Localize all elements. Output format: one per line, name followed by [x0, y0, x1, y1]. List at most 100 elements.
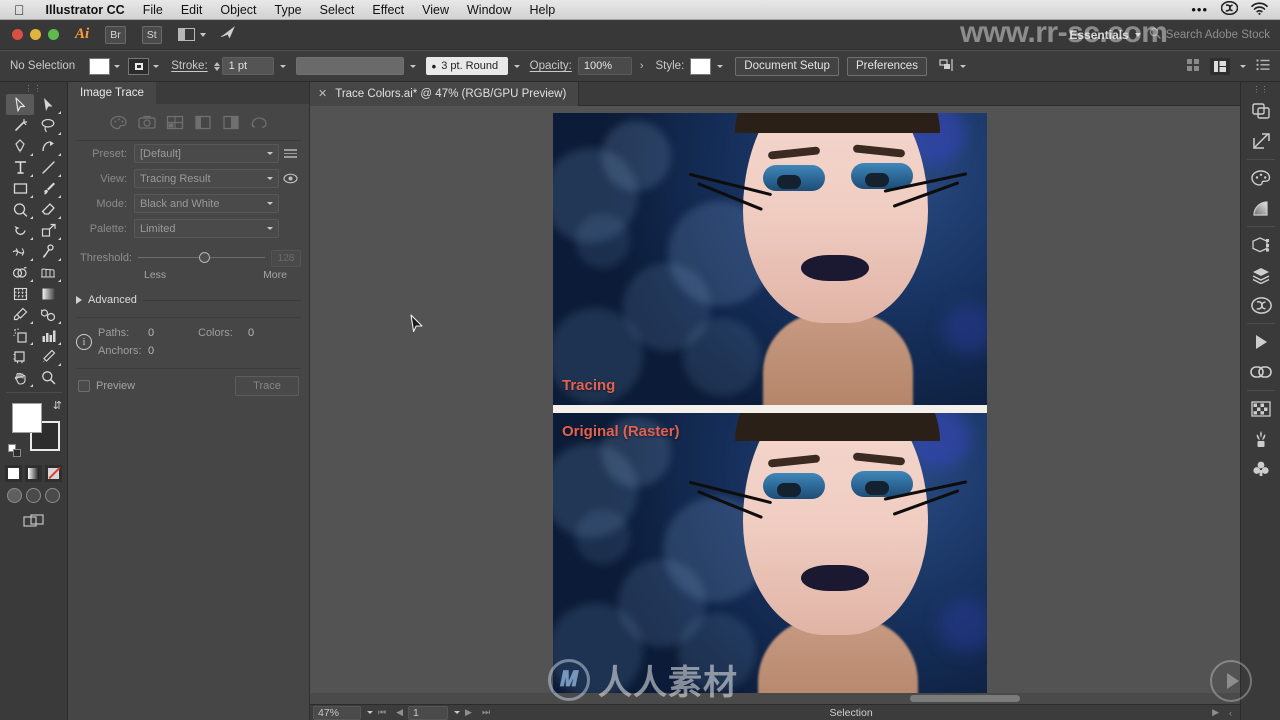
color-panel-icon[interactable]: [1241, 163, 1280, 193]
low-color-icon[interactable]: [165, 114, 184, 130]
stroke-color-control[interactable]: [128, 57, 160, 75]
prev-artboard-icon[interactable]: ◀: [391, 707, 408, 718]
perspective-grid-tool[interactable]: [34, 262, 62, 283]
type-tool[interactable]: [6, 157, 34, 178]
transform-panel-icon[interactable]: [1241, 126, 1280, 156]
bridge-button[interactable]: Br: [105, 25, 126, 44]
layers-panel-icon[interactable]: [1241, 260, 1280, 290]
menu-item-view[interactable]: View: [413, 3, 458, 17]
palette-select[interactable]: Limited: [134, 219, 279, 238]
rotate-tool[interactable]: [6, 220, 34, 241]
zoom-level-field[interactable]: 47%: [313, 705, 361, 720]
menu-item-select[interactable]: Select: [311, 3, 364, 17]
menu-item-help[interactable]: Help: [520, 3, 564, 17]
artboard[interactable]: Tracing Original (Raster): [553, 113, 987, 703]
variable-width-profile-select[interactable]: • 3 pt. Round: [425, 57, 508, 75]
change-screen-mode-icon[interactable]: [0, 513, 67, 529]
workspace-switcher[interactable]: Essentials: [1069, 28, 1141, 42]
symbol-sprayer-tool[interactable]: [6, 325, 34, 346]
panel-menu-icon[interactable]: [1256, 58, 1270, 74]
stock-search-field[interactable]: Search Adobe Stock: [1149, 27, 1270, 42]
last-artboard-icon[interactable]: ⏭: [477, 707, 495, 718]
apple-icon[interactable]: : [0, 3, 37, 17]
tab-image-trace[interactable]: Image Trace: [68, 82, 156, 104]
symbols-panel-icon[interactable]: [1241, 454, 1280, 484]
graphic-style-swatch[interactable]: [690, 57, 712, 75]
pencil-tool[interactable]: [6, 199, 34, 220]
fill-color-control[interactable]: [89, 57, 121, 75]
blend-tool[interactable]: [34, 304, 62, 325]
hand-tool[interactable]: [6, 367, 34, 388]
maximize-window-button[interactable]: [48, 29, 59, 40]
window-controls[interactable]: [0, 29, 59, 40]
close-tab-icon[interactable]: ✕: [318, 87, 327, 100]
swap-fill-stroke-icon[interactable]: ⇵: [53, 399, 62, 412]
links-panel-icon[interactable]: [1241, 357, 1280, 387]
appearance-panel-icon[interactable]: [1241, 230, 1280, 260]
back-icon[interactable]: ‹: [1224, 708, 1240, 718]
opacity-more-icon[interactable]: ›: [640, 60, 644, 72]
brush-definition-field[interactable]: [295, 57, 404, 75]
gradient-panel-icon[interactable]: [1241, 193, 1280, 223]
fill-color-swatch[interactable]: [12, 403, 42, 433]
zoom-tool[interactable]: [34, 367, 62, 388]
lasso-tool[interactable]: [34, 115, 62, 136]
width-tool[interactable]: [6, 241, 34, 262]
draw-inside-button[interactable]: [45, 488, 60, 503]
close-window-button[interactable]: [12, 29, 23, 40]
wifi-icon[interactable]: [1251, 1, 1268, 18]
rectangle-tool[interactable]: [6, 178, 34, 199]
threshold-slider[interactable]: [138, 252, 265, 264]
gradient-mode-button[interactable]: [25, 465, 42, 482]
default-fill-stroke-icon[interactable]: [8, 444, 21, 457]
free-transform-tool[interactable]: [34, 241, 62, 262]
menu-item-type[interactable]: Type: [266, 3, 311, 17]
preset-select[interactable]: [Default]: [134, 144, 279, 163]
threshold-value[interactable]: 128: [271, 249, 301, 267]
advanced-disclosure[interactable]: Advanced: [68, 289, 309, 311]
arrange-icon[interactable]: [1210, 57, 1230, 75]
mesh-tool[interactable]: [6, 283, 34, 304]
draw-normal-button[interactable]: [7, 488, 22, 503]
high-color-icon[interactable]: [137, 114, 156, 130]
stroke-swatch-icon[interactable]: [128, 57, 150, 75]
cc-sync-icon[interactable]: [219, 25, 239, 44]
color-mode-button[interactable]: [5, 465, 22, 482]
stroke-weight-stepper[interactable]: [213, 61, 220, 71]
next-artboard-icon[interactable]: ▶: [460, 707, 477, 718]
preferences-button[interactable]: Preferences: [846, 56, 927, 76]
minimize-window-button[interactable]: [30, 29, 41, 40]
brushes-panel-icon[interactable]: [1241, 424, 1280, 454]
auto-color-icon[interactable]: [109, 114, 128, 130]
paintbrush-tool[interactable]: [34, 178, 62, 199]
pathfinder-panel-icon[interactable]: [1241, 96, 1280, 126]
actions-panel-icon[interactable]: [1241, 327, 1280, 357]
black-and-white-icon[interactable]: [221, 114, 240, 130]
gradient-tool[interactable]: [34, 283, 62, 304]
menu-item-effect[interactable]: Effect: [363, 3, 413, 17]
canvas-horizontal-scrollbar[interactable]: [310, 693, 1240, 704]
preview-checkbox[interactable]: Preview: [78, 380, 135, 392]
trace-button[interactable]: Trace: [235, 376, 299, 396]
creative-cloud-icon[interactable]: [1220, 0, 1239, 18]
eye-icon[interactable]: [279, 173, 301, 184]
grid-icon[interactable]: [1186, 58, 1200, 75]
menu-item-edit[interactable]: Edit: [172, 3, 212, 17]
horizontal-scroll-thumb[interactable]: [910, 695, 1020, 702]
none-mode-button[interactable]: [45, 465, 62, 482]
eyedropper-tool[interactable]: [6, 304, 34, 325]
cc-libraries-panel-icon[interactable]: [1241, 290, 1280, 320]
menu-extras-icon[interactable]: •••: [1191, 2, 1208, 17]
mode-select[interactable]: Black and White: [134, 194, 279, 213]
curvature-tool[interactable]: [34, 136, 62, 157]
slice-tool[interactable]: [34, 346, 62, 367]
line-segment-tool[interactable]: [34, 157, 62, 178]
outline-icon[interactable]: [249, 114, 268, 130]
align-icon[interactable]: [939, 58, 955, 75]
play-icon[interactable]: ▶: [1207, 707, 1224, 718]
eraser-tool[interactable]: [34, 199, 62, 220]
canvas-area[interactable]: Tracing Original (Raster): [310, 106, 1240, 704]
artboard-number-field[interactable]: 1: [408, 705, 449, 720]
fill-swatch[interactable]: [89, 57, 111, 75]
scale-tool[interactable]: [34, 220, 62, 241]
